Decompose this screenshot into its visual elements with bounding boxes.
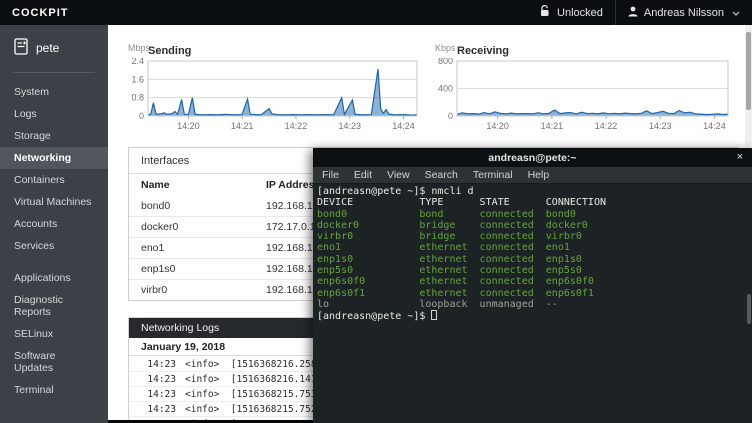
terminal-line: [andreasn@pete ~]$ nmcli d: [317, 186, 752, 197]
log-time: 14:23: [129, 389, 176, 400]
interface-name: bond0: [141, 200, 266, 212]
terminal-menu-help[interactable]: Help: [528, 169, 550, 181]
log-time: 14:23: [129, 419, 176, 420]
interface-name: virbr0: [141, 284, 266, 296]
sidebar: pete SystemLogsStorageNetworkingContaine…: [0, 25, 108, 423]
chart-sending: MbpsSending 0 0.8 1.6 2.4 14:20 14:21 14:22 14:2…: [128, 41, 423, 137]
sidebar-item-accounts[interactable]: Accounts: [0, 213, 108, 235]
chart-title: Sending: [148, 45, 191, 57]
sidebar-item-selinux[interactable]: SELinux: [0, 323, 108, 345]
svg-text:0: 0: [139, 111, 144, 121]
terminal-menu-view[interactable]: View: [387, 169, 410, 181]
cockpit-window: COCKPIT Unlocked Andreas Nilsson: [0, 0, 752, 423]
interface-name: docker0: [141, 221, 266, 233]
terminal-scrollbar-thumb[interactable]: [747, 294, 751, 324]
terminal-title: andreasn@pete:~: [313, 152, 752, 164]
svg-text:14:23: 14:23: [338, 121, 361, 131]
svg-text:0: 0: [448, 111, 453, 121]
terminal-cursor: [431, 310, 437, 320]
svg-text:800: 800: [438, 58, 453, 66]
topbar-right-group: Unlocked Andreas Nilsson: [528, 0, 752, 25]
terminal-window: andreasn@pete:~ × File Edit View Search Term…: [313, 148, 752, 423]
sidebar-item-system[interactable]: System: [0, 81, 108, 103]
chart-title: Receiving: [457, 45, 509, 57]
terminal-line: enp1s0 ethernet connected enp1s0: [317, 254, 752, 265]
chart-header: MbpsSending: [128, 41, 423, 56]
svg-text:14:24: 14:24: [703, 121, 726, 131]
svg-text:0.8: 0.8: [131, 93, 144, 103]
host-switcher[interactable]: pete: [0, 25, 108, 70]
user-menu-button[interactable]: Andreas Nilsson: [616, 0, 752, 25]
user-icon: [628, 6, 638, 20]
unlocked-button[interactable]: Unlocked: [528, 0, 615, 25]
svg-text:14:23: 14:23: [649, 121, 672, 131]
top-bar: COCKPIT Unlocked Andreas Nilsson: [0, 0, 752, 25]
sidebar-item-software-updates[interactable]: Software Updates: [0, 345, 108, 379]
svg-text:2.4: 2.4: [131, 58, 144, 66]
terminal-menu-search[interactable]: Search: [425, 169, 458, 181]
svg-text:14:22: 14:22: [285, 121, 308, 131]
terminal-line: lo loopback unmanaged --: [317, 299, 752, 310]
terminal-line: enp5s0 ethernet connected enp5s0: [317, 265, 752, 276]
cockpit-logo: COCKPIT: [12, 7, 69, 19]
svg-text:14:21: 14:21: [541, 121, 564, 131]
svg-text:1.6: 1.6: [131, 74, 144, 84]
page-scrollbar-thumb[interactable]: [746, 32, 751, 110]
interfaces-col-name: Name: [141, 179, 266, 191]
sidebar-divider: [13, 72, 95, 73]
interface-name: eno1: [141, 242, 266, 254]
terminal-line: docker0 bridge connected docker0: [317, 220, 752, 231]
server-icon: [14, 38, 28, 58]
chart-plot: 0 0.8 1.6 2.4 14:20 14:21 14:22 14:23 14:24: [128, 58, 423, 132]
interface-name: enp1s0: [141, 263, 266, 275]
user-name-label: Andreas Nilsson: [644, 7, 724, 19]
terminal-menu-terminal[interactable]: Terminal: [473, 169, 513, 181]
sidebar-item-terminal[interactable]: Terminal: [0, 379, 108, 401]
unlocked-padlock-icon: [540, 5, 551, 20]
terminal-close-icon[interactable]: ×: [737, 151, 743, 163]
sidebar-item-logs[interactable]: Logs: [0, 103, 108, 125]
log-time: 14:23: [129, 359, 176, 370]
chart-unit-label: Kbps: [435, 43, 456, 53]
terminal-menubar: File Edit View Search Terminal Help: [313, 167, 752, 184]
terminal-line: [andreasn@pete ~]$: [317, 310, 752, 322]
host-name-label: pete: [36, 41, 59, 55]
chart-header: KbpsReceiving: [435, 41, 734, 56]
terminal-output[interactable]: [andreasn@pete ~]$ nmcli dDEVICE TYPE ST…: [313, 184, 752, 423]
terminal-line: enp6s0f1 ethernet connected enp6s0f1: [317, 288, 752, 299]
log-time: 14:23: [129, 404, 176, 415]
terminal-line: enp6s0f0 ethernet connected enp6s0f0: [317, 276, 752, 287]
sidebar-item-containers[interactable]: Containers: [0, 169, 108, 191]
terminal-line: bond0 bond connected bond0: [317, 209, 752, 220]
chart-receiving: KbpsReceiving 0 400 800 14:20 14:21 14:22 14:23…: [435, 41, 734, 137]
svg-text:14:24: 14:24: [392, 121, 415, 131]
chart-unit-label: Mbps: [128, 43, 150, 53]
chart-plot: 0 400 800 14:20 14:21 14:22 14:23 14:24: [435, 58, 734, 132]
svg-text:14:22: 14:22: [595, 121, 618, 131]
svg-text:14:20: 14:20: [486, 121, 509, 131]
terminal-menu-edit[interactable]: Edit: [354, 169, 372, 181]
svg-text:400: 400: [438, 84, 453, 94]
terminal-titlebar[interactable]: andreasn@pete:~ ×: [313, 148, 752, 167]
svg-text:14:20: 14:20: [177, 121, 200, 131]
sidebar-nav: SystemLogsStorageNetworkingContainersVir…: [0, 81, 108, 401]
sidebar-item-applications[interactable]: Applications: [0, 267, 108, 289]
sidebar-item-diagnostic-reports[interactable]: Diagnostic Reports: [0, 289, 108, 323]
sidebar-item-services[interactable]: Services: [0, 235, 108, 257]
terminal-menu-file[interactable]: File: [322, 169, 339, 181]
sidebar-item-storage[interactable]: Storage: [0, 125, 108, 147]
terminal-line: DEVICE TYPE STATE CONNECTION: [317, 197, 752, 208]
svg-text:14:21: 14:21: [231, 121, 254, 131]
unlocked-label: Unlocked: [557, 7, 603, 19]
chevron-down-icon: [732, 7, 740, 19]
sidebar-item-virtual-machines[interactable]: Virtual Machines: [0, 191, 108, 213]
terminal-line: virbr0 bridge connected virbr0: [317, 231, 752, 242]
sidebar-item-networking[interactable]: Networking: [0, 147, 108, 169]
log-time: 14:23: [129, 374, 176, 385]
terminal-line: eno1 ethernet connected eno1: [317, 242, 752, 253]
